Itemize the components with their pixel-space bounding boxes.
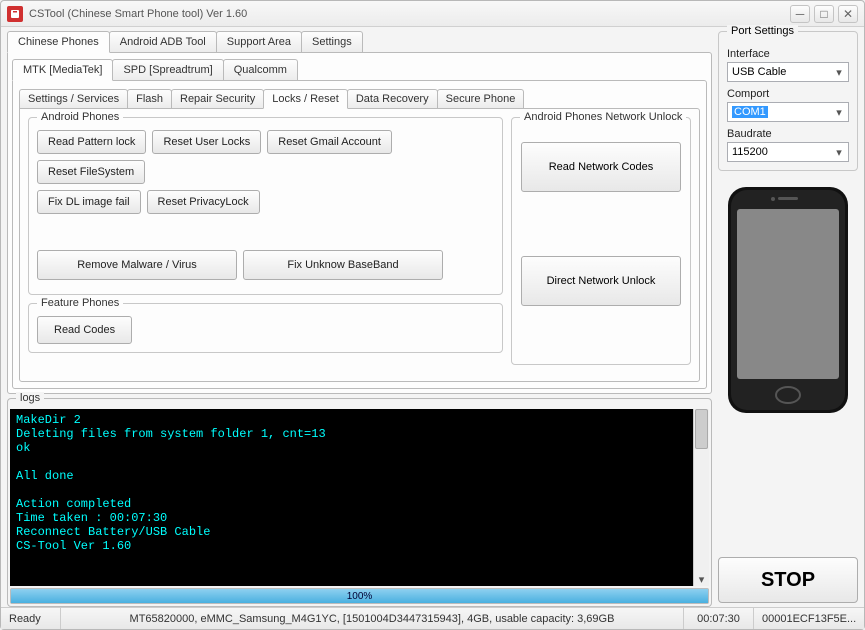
app-icon (7, 6, 23, 22)
interface-select[interactable]: USB Cable ▾ (727, 62, 849, 82)
comport-label: Comport (727, 88, 849, 100)
tab-repair-security[interactable]: Repair Security (171, 89, 264, 108)
tab-qualcomm[interactable]: Qualcomm (223, 59, 298, 80)
tab-chinese-phones[interactable]: Chinese Phones (7, 31, 110, 53)
maximize-button[interactable]: □ (814, 5, 834, 23)
locks-reset-pane: Android Phones Read Pattern lock Reset U… (19, 108, 700, 382)
log-scrollbar[interactable]: ▴ ▾ (693, 409, 709, 586)
port-settings-legend: Port Settings (727, 25, 798, 37)
tab-data-recovery[interactable]: Data Recovery (347, 89, 438, 108)
tab-android-adb[interactable]: Android ADB Tool (109, 31, 217, 52)
android-phones-group: Android Phones Read Pattern lock Reset U… (28, 117, 503, 295)
titlebar: CSTool (Chinese Smart Phone tool) Ver 1.… (1, 1, 864, 27)
main-tab-pane: MTK [MediaTek] SPD [Spreadtrum] Qualcomm… (7, 52, 712, 394)
fix-unknown-baseband-button[interactable]: Fix Unknow BaseBand (243, 250, 443, 280)
tab-spd[interactable]: SPD [Spreadtrum] (112, 59, 223, 80)
tab-settings-services[interactable]: Settings / Services (19, 89, 128, 108)
chevron-down-icon: ▾ (832, 146, 846, 159)
tab-mtk[interactable]: MTK [MediaTek] (12, 59, 113, 81)
logs-legend: logs (16, 392, 44, 404)
tab-secure-phone[interactable]: Secure Phone (437, 89, 525, 108)
lvl3-tabs: Settings / Services Flash Repair Securit… (19, 89, 700, 108)
remove-malware-button[interactable]: Remove Malware / Virus (37, 250, 237, 280)
read-codes-button[interactable]: Read Codes (37, 316, 132, 344)
scroll-down-arrow[interactable]: ▾ (694, 572, 709, 586)
fix-dl-image-fail-button[interactable]: Fix DL image fail (37, 190, 141, 214)
network-unlock-group: Android Phones Network Unlock Read Netwo… (511, 117, 691, 365)
scroll-thumb[interactable] (695, 409, 708, 449)
main-tabs: Chinese Phones Android ADB Tool Support … (7, 31, 712, 52)
comport-value: COM1 (732, 106, 768, 118)
feature-phones-group: Feature Phones Read Codes (28, 303, 503, 353)
reset-privacylock-button[interactable]: Reset PrivacyLock (147, 190, 260, 214)
comport-select[interactable]: COM1 ▾ (727, 102, 849, 122)
status-time: 00:07:30 (684, 608, 754, 629)
interface-value: USB Cable (732, 66, 786, 78)
progress-text: 100% (11, 589, 708, 603)
window-title: CSTool (Chinese Smart Phone tool) Ver 1.… (29, 8, 790, 20)
progress-bar: 100% (10, 588, 709, 604)
interface-label: Interface (727, 48, 849, 60)
sub-tabs: MTK [MediaTek] SPD [Spreadtrum] Qualcomm (12, 59, 707, 80)
logs-group: logs MakeDir 2 Deleting files from syste… (7, 398, 712, 607)
feature-phones-legend: Feature Phones (37, 297, 123, 309)
read-network-codes-button[interactable]: Read Network Codes (521, 142, 681, 192)
chevron-down-icon: ▾ (832, 66, 846, 79)
tab-flash[interactable]: Flash (127, 89, 172, 108)
direct-network-unlock-button[interactable]: Direct Network Unlock (521, 256, 681, 306)
baudrate-value: 115200 (732, 146, 768, 158)
reset-gmail-account-button[interactable]: Reset Gmail Account (267, 130, 392, 154)
log-console[interactable]: MakeDir 2 Deleting files from system fol… (10, 409, 693, 586)
status-serial: 00001ECF13F5E... (754, 608, 864, 629)
baudrate-label: Baudrate (727, 128, 849, 140)
sub-tab-pane: Settings / Services Flash Repair Securit… (12, 80, 707, 389)
status-info: MT65820000, eMMC_Samsung_M4G1YC, [150100… (61, 608, 684, 629)
tab-support-area[interactable]: Support Area (216, 31, 302, 52)
tab-settings[interactable]: Settings (301, 31, 363, 52)
reset-filesystem-button[interactable]: Reset FileSystem (37, 160, 145, 184)
port-settings-group: Port Settings Interface USB Cable ▾ Comp… (718, 31, 858, 171)
baudrate-select[interactable]: 115200 ▾ (727, 142, 849, 162)
chevron-down-icon: ▾ (832, 106, 846, 119)
minimize-button[interactable]: ─ (790, 5, 810, 23)
network-unlock-legend: Android Phones Network Unlock (520, 111, 686, 123)
close-button[interactable]: ✕ (838, 5, 858, 23)
android-phones-legend: Android Phones (37, 111, 123, 123)
reset-user-locks-button[interactable]: Reset User Locks (152, 130, 261, 154)
read-pattern-lock-button[interactable]: Read Pattern lock (37, 130, 146, 154)
stop-button[interactable]: STOP (718, 557, 858, 603)
status-bar: Ready MT65820000, eMMC_Samsung_M4G1YC, [… (1, 607, 864, 629)
tab-locks-reset[interactable]: Locks / Reset (263, 89, 348, 109)
status-ready: Ready (1, 608, 61, 629)
phone-preview (723, 185, 853, 415)
